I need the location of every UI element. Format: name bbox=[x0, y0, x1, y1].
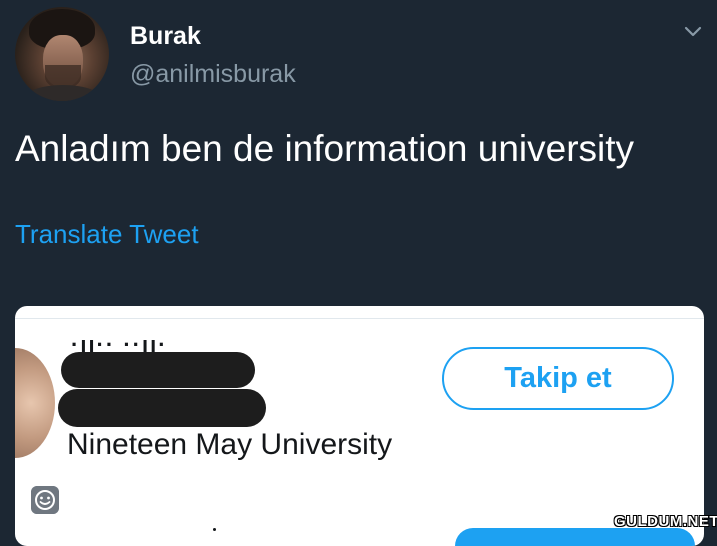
card-user-avatar bbox=[15, 348, 55, 458]
follow-button[interactable]: Takip et bbox=[442, 347, 674, 410]
card-blue-button-partial bbox=[455, 528, 695, 546]
author-avatar[interactable] bbox=[15, 7, 109, 101]
avatar-shoulders bbox=[23, 85, 103, 101]
redaction-bar-name bbox=[61, 352, 255, 388]
author-handle[interactable]: @anilmisburak bbox=[130, 60, 296, 89]
translate-tweet-link[interactable]: Translate Tweet bbox=[15, 219, 199, 250]
card-dot bbox=[213, 528, 216, 531]
embedded-screenshot-card: ·ll·· ··ll· Nineteen May University Taki… bbox=[15, 306, 704, 546]
author-name[interactable]: Burak bbox=[130, 22, 201, 51]
watermark: GULDUM.NET bbox=[614, 513, 717, 530]
chevron-down-icon[interactable] bbox=[684, 26, 702, 38]
card-divider bbox=[15, 318, 704, 319]
redaction-bar-handle bbox=[58, 389, 266, 427]
card-user-bio: Nineteen May University bbox=[67, 428, 393, 461]
smiley-icon[interactable] bbox=[31, 486, 59, 514]
tweet-text: Anladım ben de information university bbox=[15, 128, 635, 169]
